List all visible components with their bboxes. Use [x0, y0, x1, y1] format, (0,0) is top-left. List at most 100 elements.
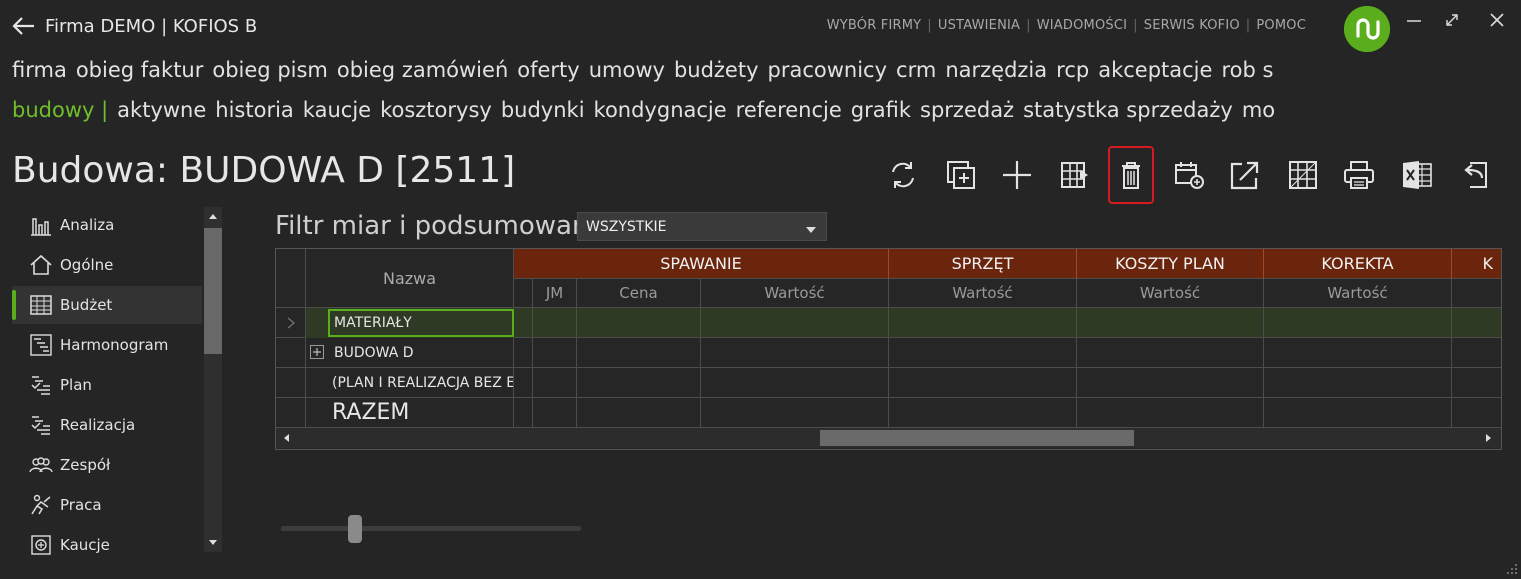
table-cell[interactable]	[889, 398, 1077, 428]
top-link-serwis-kofio[interactable]: SERWIS KOFIO	[1144, 18, 1240, 33]
column-header-nazwa[interactable]: Nazwa	[306, 249, 514, 308]
table-cell[interactable]	[1264, 398, 1452, 428]
subnav-statystka-sprzedazy[interactable]: statystka sprzedaży	[1023, 98, 1233, 122]
zoom-slider-thumb[interactable]	[348, 515, 362, 543]
group-header-spawanie[interactable]: SPAWANIE	[514, 249, 889, 279]
nav-obieg-faktur[interactable]: obieg faktur	[76, 58, 204, 82]
nav-pracownicy[interactable]: pracownicy	[768, 58, 888, 82]
back-arrow-icon[interactable]	[10, 12, 40, 40]
zoom-slider-track[interactable]	[281, 526, 581, 531]
sidebar-item-plan[interactable]: Plan	[12, 366, 202, 404]
table-cell[interactable]	[533, 338, 577, 368]
table-cell[interactable]	[701, 308, 889, 338]
group-header-sprzet[interactable]: SPRZĘT	[889, 249, 1077, 279]
subnav-historia[interactable]: historia	[215, 98, 294, 122]
sidebar-item-zespol[interactable]: Zespół	[12, 446, 202, 484]
table-row-total[interactable]: RAZEM	[306, 398, 514, 428]
nav-oferty[interactable]: oferty	[517, 58, 579, 82]
subnav-grafik[interactable]: grafik	[851, 98, 911, 122]
nav-narzedzia[interactable]: narzędzia	[945, 58, 1047, 82]
table-cell[interactable]	[577, 398, 701, 428]
expand-plus-icon[interactable]	[310, 344, 326, 361]
trash-icon[interactable]	[1108, 146, 1154, 204]
table-cell[interactable]	[1452, 398, 1501, 428]
table-cell[interactable]	[514, 398, 533, 428]
table-cell[interactable]	[1264, 308, 1452, 338]
table-cell[interactable]	[533, 368, 577, 398]
top-link-wybor-firmy[interactable]: WYBÓR FIRMY	[827, 18, 922, 33]
table-cell[interactable]	[1452, 308, 1501, 338]
table-cell[interactable]	[1264, 368, 1452, 398]
return-icon[interactable]	[1452, 150, 1498, 200]
subnav-kaucje[interactable]: kaucje	[303, 98, 371, 122]
grid-scroll-thumb[interactable]	[820, 430, 1134, 446]
column-header-wartosc[interactable]: Wartość	[1264, 279, 1452, 308]
table-cell[interactable]	[1077, 368, 1264, 398]
sidebar-item-kaucje[interactable]: Kaucje	[12, 526, 202, 564]
grid-export-icon[interactable]	[1052, 150, 1098, 200]
nav-rob[interactable]: rob s	[1221, 58, 1273, 82]
top-link-pomoc[interactable]: POMOC	[1256, 18, 1306, 33]
table-cell[interactable]	[1077, 338, 1264, 368]
sidebar-item-praca[interactable]: Praca	[12, 486, 202, 524]
nav-budzety[interactable]: budżety	[674, 58, 759, 82]
table-row[interactable]: BUDOWA D	[306, 338, 514, 368]
table-cell[interactable]	[514, 338, 533, 368]
nav-akceptacje[interactable]: akceptacje	[1098, 58, 1212, 82]
table-cell[interactable]	[533, 398, 577, 428]
external-link-icon[interactable]	[1222, 150, 1268, 200]
column-header-jm[interactable]: JM	[533, 279, 577, 308]
subnav-budynki[interactable]: budynki	[501, 98, 585, 122]
close-icon[interactable]	[1483, 8, 1511, 34]
plus-icon[interactable]	[994, 150, 1040, 200]
column-header-wartosc[interactable]: Wartość	[1077, 279, 1264, 308]
table-cell[interactable]	[889, 338, 1077, 368]
table-cell[interactable]	[701, 368, 889, 398]
subnav-moje-zadania[interactable]: moje zadania	[1242, 98, 1274, 122]
subnav-aktywne[interactable]: aktywne	[117, 98, 206, 122]
table-row[interactable]: (PLAN I REALIZACJA BEZ EL	[306, 368, 514, 398]
table-cell[interactable]	[1452, 338, 1501, 368]
nav-firma[interactable]: firma	[12, 58, 67, 82]
excel-icon[interactable]	[1394, 150, 1440, 200]
sidebar-item-ogolne[interactable]: Ogólne	[12, 246, 202, 284]
table-row[interactable]: MATERIAŁY	[328, 309, 514, 337]
resize-grip-icon[interactable]	[1506, 560, 1518, 574]
table-cell[interactable]	[514, 368, 533, 398]
table-cell[interactable]	[514, 308, 533, 338]
group-header-korekta[interactable]: KOREKTA	[1264, 249, 1452, 279]
table-cell[interactable]	[577, 368, 701, 398]
nav-rcp[interactable]: rcp	[1056, 58, 1089, 82]
sidebar-item-budzet[interactable]: Budżet	[12, 286, 202, 324]
print-icon[interactable]	[1336, 150, 1382, 200]
top-link-ustawienia[interactable]: USTAWIENIA	[938, 18, 1020, 33]
table-cell[interactable]	[577, 308, 701, 338]
refresh-icon[interactable]	[880, 150, 926, 200]
nav-crm[interactable]: crm	[896, 58, 936, 82]
table-cell[interactable]	[1077, 398, 1264, 428]
subnav-kosztorysy[interactable]: kosztorysy	[380, 98, 492, 122]
nav-obieg-zamowien[interactable]: obieg zamówień	[337, 58, 508, 82]
top-link-wiadomosci[interactable]: WIADOMOŚCI	[1037, 18, 1127, 33]
table-cell[interactable]	[1077, 308, 1264, 338]
table-cell[interactable]	[889, 368, 1077, 398]
subnav-kondygnacje[interactable]: kondygnacje	[594, 98, 727, 122]
calendar-add-icon[interactable]	[1166, 150, 1212, 200]
group-header-koszty-plan[interactable]: KOSZTY PLAN	[1077, 249, 1264, 279]
maximize-icon[interactable]	[1438, 8, 1466, 34]
table-grid-icon[interactable]	[1280, 150, 1326, 200]
table-cell[interactable]	[577, 338, 701, 368]
sidebar-item-harmonogram[interactable]: Harmonogram	[12, 326, 202, 364]
table-cell[interactable]	[889, 308, 1077, 338]
minimize-icon[interactable]	[1400, 8, 1428, 34]
subnav-sprzedaz[interactable]: sprzedaż	[920, 98, 1014, 122]
filter-select[interactable]: WSZYSTKIE	[577, 212, 827, 241]
sidebar-item-realizacja[interactable]: Realizacja	[12, 406, 202, 444]
nav-umowy[interactable]: umowy	[589, 58, 665, 82]
group-header-k[interactable]: K	[1452, 249, 1501, 279]
table-cell[interactable]	[1264, 338, 1452, 368]
column-header-wartosc[interactable]: Wartość	[889, 279, 1077, 308]
table-cell[interactable]	[701, 338, 889, 368]
kofio-logo-icon[interactable]	[1344, 6, 1390, 52]
sidebar-scroll-thumb[interactable]	[204, 228, 222, 354]
